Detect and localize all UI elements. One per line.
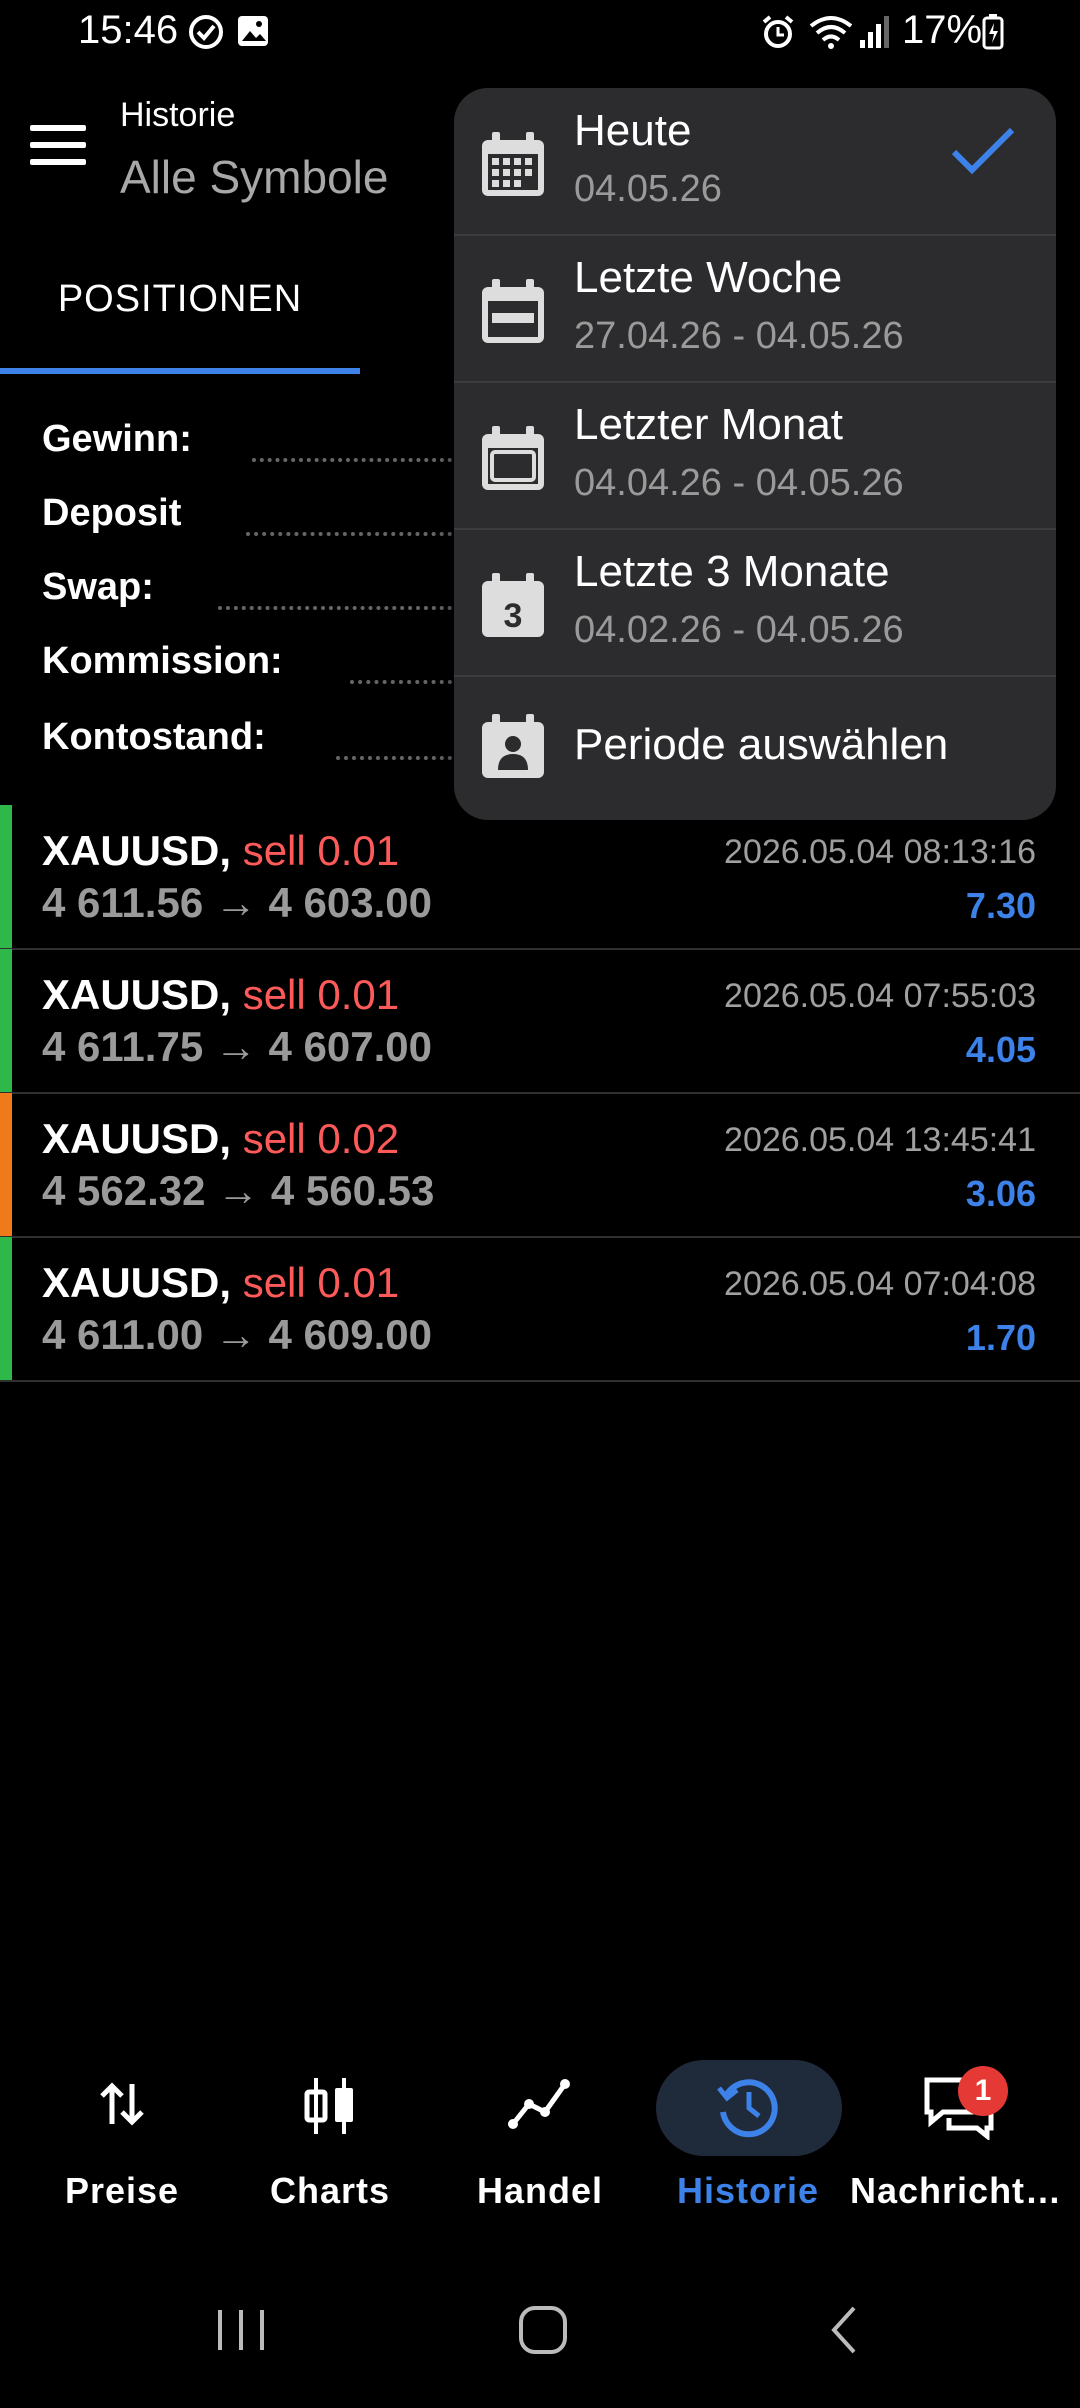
trade-status-bar (0, 1237, 12, 1380)
menu-button[interactable] (30, 125, 90, 175)
calendar-month-icon (482, 426, 544, 490)
summary-kontostand-label: Kontostand: (42, 716, 266, 758)
home-icon[interactable] (516, 2300, 570, 2360)
recent-apps-icon[interactable] (214, 2300, 268, 2360)
trade-symbol: XAUUSD, (42, 827, 232, 874)
trade-side: sell 0.01 (242, 1259, 400, 1306)
calendar-3-text: 3 (504, 597, 523, 635)
battery-icon (982, 14, 1004, 50)
dotted-leader (252, 420, 452, 462)
wifi-icon (809, 16, 853, 49)
summary-gewinn-label: Gewinn: (42, 418, 192, 460)
calendar-custom-icon (482, 714, 544, 778)
calendar-week-icon (482, 279, 544, 343)
notification-badge: 1 (958, 2066, 1008, 2116)
period-option-title: Periode auswählen (574, 720, 949, 769)
period-option-range: 04.02.26 - 04.05.26 (574, 609, 904, 651)
calendar-day-icon (482, 132, 544, 196)
page-title: Historie (120, 96, 236, 134)
trade-time: 2026.05.04 07:55:03 (724, 977, 1036, 1015)
period-option-title: Letzte Woche (574, 253, 843, 302)
period-option-title: Letzte 3 Monate (574, 547, 890, 596)
trade-side: sell 0.02 (242, 1115, 400, 1162)
trade-prices: 4 611.00 → 4 609.00 (42, 1311, 432, 1358)
trade-row[interactable]: XAUUSD, sell 0.01 4 611.00 → 4 609.00 20… (0, 1237, 1080, 1382)
trade-profit: 4.05 (965, 1029, 1036, 1070)
period-option-heute[interactable]: Heute 04.05.26 (454, 88, 1056, 236)
history-icon (717, 2079, 778, 2138)
summary-deposit-label: Deposit (42, 492, 182, 534)
trade-time: 2026.05.04 07:04:08 (724, 1265, 1036, 1303)
period-option-title: Heute (574, 106, 692, 155)
tab-positionen[interactable]: POSITIONEN (0, 278, 360, 321)
period-option-title: Letzter Monat (574, 400, 844, 449)
trade-row[interactable]: XAUUSD, sell 0.01 4 611.56 → 4 603.00 20… (0, 805, 1080, 950)
check-icon (951, 127, 1015, 175)
period-option-letzte-woche[interactable]: Letzte Woche 27.04.26 - 04.05.26 (454, 235, 1056, 383)
trade-side: sell 0.01 (242, 971, 400, 1018)
nav-label: Nachricht… (850, 2170, 1063, 2211)
nav-label: Historie (676, 2170, 820, 2211)
signal-icon (860, 16, 889, 48)
nav-charts[interactable]: Charts (226, 2050, 434, 2211)
arrows-updown-icon (100, 2082, 144, 2126)
nav-preise[interactable]: Preise (18, 2050, 226, 2211)
nav-label: Charts (269, 2170, 391, 2211)
trade-prices: 4 611.75 → 4 607.00 (42, 1023, 432, 1070)
period-option-range: 27.04.26 - 04.05.26 (574, 315, 904, 357)
trade-time: 2026.05.04 13:45:41 (724, 1121, 1036, 1159)
trade-row[interactable]: XAUUSD, sell 0.01 4 611.75 → 4 607.00 20… (0, 949, 1080, 1094)
period-dropdown: Heute 04.05.26 Letzte Woche 27.04.26 - 0… (454, 88, 1056, 820)
summary-kommission-label: Kommission: (42, 640, 283, 682)
trade-side: sell 0.01 (242, 827, 400, 874)
trade-profit: 3.06 (965, 1173, 1036, 1214)
period-option-letzte-3-monate[interactable]: 3 Letzte 3 Monate 04.02.26 - 04.05.26 (454, 529, 1056, 677)
alarm-icon (762, 15, 794, 48)
trade-status-bar (0, 805, 12, 948)
trade-profit: 1.70 (965, 1317, 1036, 1358)
trade-status-bar (0, 1093, 12, 1236)
summary-swap-label: Swap: (42, 566, 154, 608)
trend-line-icon (508, 2079, 570, 2129)
period-option-letzter-monat[interactable]: Letzter Monat 04.04.26 - 04.05.26 (454, 382, 1056, 530)
battery-level: 17% (902, 8, 983, 52)
period-option-range: 04.04.26 - 04.05.26 (574, 462, 904, 504)
status-bar: 15:46 17% (0, 0, 1080, 70)
trade-row[interactable]: XAUUSD, sell 0.02 4 562.32 → 4 560.53 20… (0, 1093, 1080, 1238)
tab-indicator (0, 368, 360, 374)
trade-symbol: XAUUSD, (42, 1115, 232, 1162)
check-circle-icon (189, 15, 223, 49)
nav-handel[interactable]: Handel (436, 2050, 644, 2211)
trade-time: 2026.05.04 08:13:16 (724, 833, 1036, 871)
period-option-range: 04.05.26 (574, 168, 722, 210)
nav-label: Preise (64, 2170, 180, 2211)
candlestick-icon (304, 2078, 353, 2134)
trade-prices: 4 562.32 → 4 560.53 (42, 1167, 435, 1214)
trade-symbol: XAUUSD, (42, 971, 232, 1018)
period-option-custom[interactable]: Periode auswählen (454, 676, 1056, 820)
back-icon[interactable] (818, 2300, 872, 2360)
dotted-leader (246, 494, 452, 536)
status-time: 15:46 (78, 8, 179, 52)
trade-prices: 4 611.56 → 4 603.00 (42, 879, 432, 926)
trade-profit: 7.30 (965, 885, 1036, 926)
menu-line-3 (30, 159, 86, 165)
nav-label: Handel (476, 2170, 604, 2211)
dotted-leader (336, 718, 452, 760)
trade-symbol: XAUUSD, (42, 1259, 232, 1306)
trade-status-bar (0, 949, 12, 1092)
image-icon (238, 16, 268, 46)
calendar-3-icon: 3 (482, 573, 544, 637)
nav-nachrichten[interactable]: Nachricht… (850, 2050, 1063, 2211)
menu-line-2 (30, 142, 86, 148)
menu-line-1 (30, 125, 86, 131)
nav-historie[interactable]: Historie (644, 2050, 852, 2211)
dotted-leader (350, 642, 452, 684)
dotted-leader (218, 568, 452, 610)
symbol-filter[interactable]: Alle Symbole (120, 150, 388, 204)
